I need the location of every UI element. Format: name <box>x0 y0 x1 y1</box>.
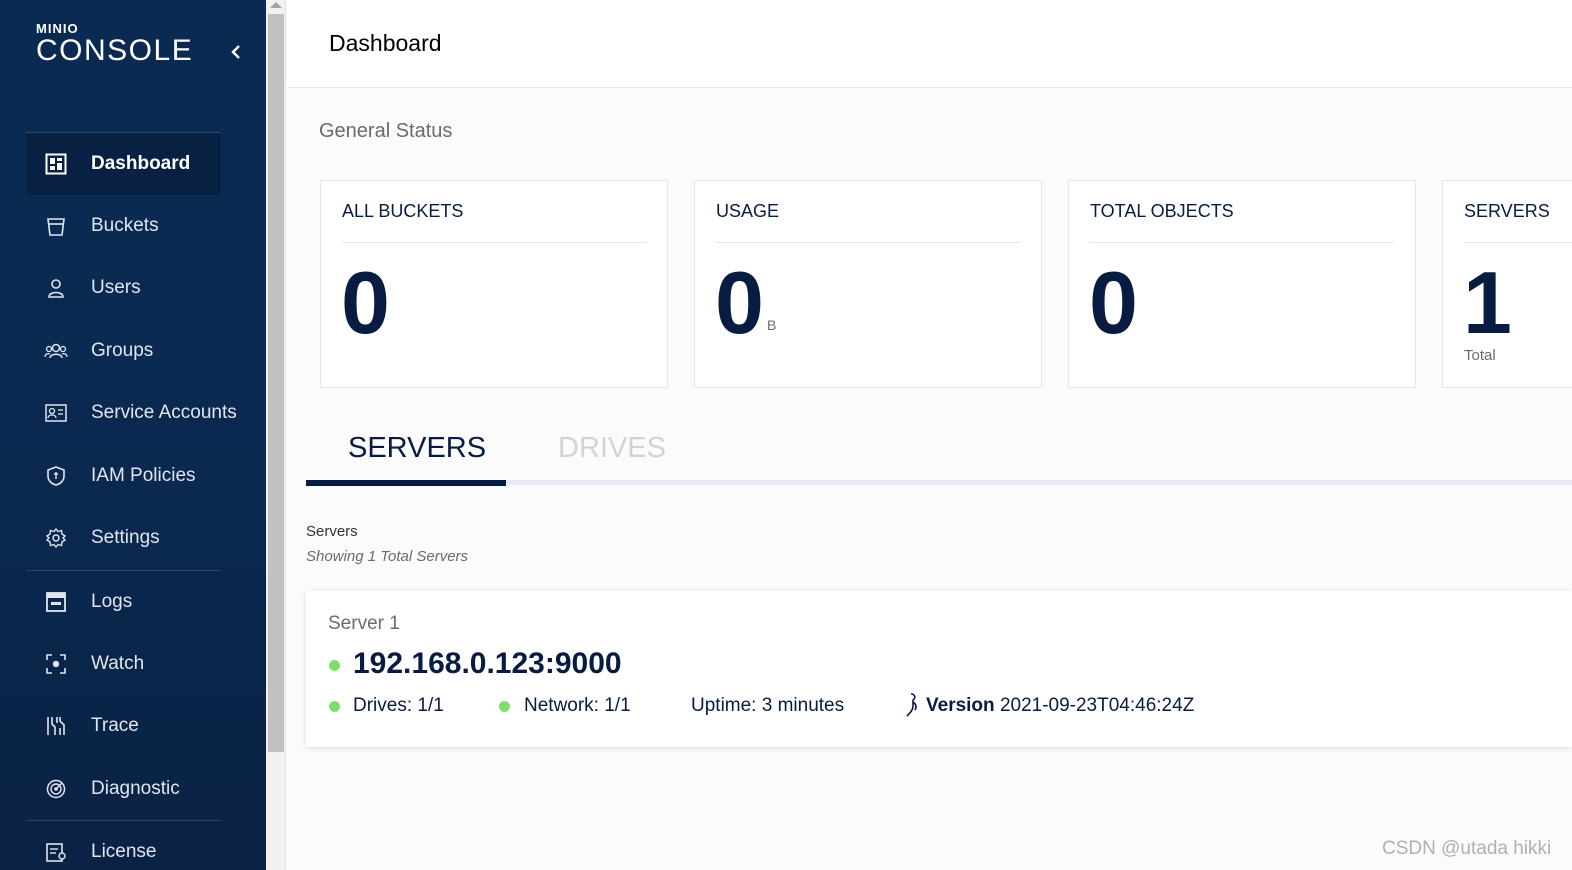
version-value: 2021-09-23T04:46:24Z <box>999 695 1195 716</box>
network-status-dot <box>499 701 510 712</box>
sidebar-item-logs[interactable]: Logs <box>26 571 221 633</box>
usage-card: USAGE 0 B <box>694 180 1042 388</box>
sidebar-item-label: Watch <box>91 653 145 674</box>
sidebar-item-label: Settings <box>91 527 160 548</box>
trace-icon <box>44 714 68 738</box>
sidebar-item-watch[interactable]: Watch <box>26 633 221 695</box>
watch-icon <box>44 652 68 676</box>
sidebar-item-label: Logs <box>91 591 133 612</box>
servers-card: SERVERS 1 Total <box>1442 180 1572 388</box>
scroll-up-arrow-icon[interactable] <box>270 2 282 8</box>
card-title: ALL BUCKETS <box>342 201 464 221</box>
card-unit: B <box>767 317 777 333</box>
card-divider <box>342 242 646 243</box>
version-label: Version <box>926 695 995 716</box>
diagnostic-icon <box>44 777 68 801</box>
card-divider <box>716 242 1020 243</box>
sidebar-item-license[interactable]: License <box>26 821 221 870</box>
card-value: 0 <box>715 253 764 352</box>
tab-active-indicator <box>306 480 506 486</box>
minio-console-logo[interactable]: MINIO CONSOLE <box>36 22 193 66</box>
sidebar-item-label: Users <box>91 277 141 298</box>
service-accounts-icon <box>44 401 68 425</box>
sidebar-item-service-accounts[interactable]: Service Accounts <box>26 382 237 444</box>
gear-icon <box>44 526 68 550</box>
card-title: SERVERS <box>1464 201 1550 221</box>
all-buckets-card: ALL BUCKETS 0 <box>320 180 668 388</box>
total-objects-card: TOTAL OBJECTS 0 <box>1068 180 1416 388</box>
general-status-title: General Status <box>319 120 453 142</box>
server-network: Network: 1/1 <box>524 695 631 716</box>
sidebar-scrollbar[interactable] <box>266 0 286 870</box>
card-value: 0 <box>341 253 390 352</box>
server-card: Server 1 192.168.0.123:9000 Drives: 1/1 … <box>306 591 1572 747</box>
server-drives: Drives: 1/1 <box>353 695 444 716</box>
groups-icon <box>44 339 68 363</box>
page-title: Dashboard <box>329 30 442 56</box>
card-divider <box>1090 242 1394 243</box>
card-divider <box>1464 242 1572 243</box>
scrollbar-thumb[interactable] <box>268 14 284 752</box>
servers-label: Servers <box>306 523 358 540</box>
card-title: USAGE <box>716 201 780 221</box>
bucket-icon <box>44 214 68 238</box>
collapse-sidebar-button[interactable] <box>226 40 246 64</box>
sidebar-item-label: Groups <box>91 340 154 361</box>
tab-drives[interactable]: DRIVES <box>558 432 666 465</box>
card-value: 0 <box>1089 253 1138 352</box>
logo-console-text: CONSOLE <box>36 34 194 67</box>
card-value: 1 <box>1463 253 1512 352</box>
shield-icon <box>44 464 68 488</box>
logs-icon <box>44 590 68 614</box>
drives-status-dot <box>329 701 340 712</box>
servers-summary: Showing 1 Total Servers <box>306 548 469 565</box>
card-title: TOTAL OBJECTS <box>1090 201 1234 221</box>
sidebar-item-iam-policies[interactable]: IAM Policies <box>26 445 221 507</box>
sidebar-item-label: Service Accounts <box>91 402 237 423</box>
watermark: CSDN @utada hikki <box>1382 838 1552 859</box>
user-icon <box>44 276 68 300</box>
server-version: Version 2021-09-23T04:46:24Z <box>926 695 1194 717</box>
sidebar-item-label: License <box>91 841 157 862</box>
sidebar-item-label: Trace <box>91 715 139 736</box>
sidebar-item-settings[interactable]: Settings <box>26 507 221 569</box>
sidebar-item-label: IAM Policies <box>91 465 196 486</box>
server-host: 192.168.0.123:9000 <box>353 647 622 680</box>
dashboard-icon <box>44 152 68 176</box>
sidebar: MINIO CONSOLE Dashboard Buckets Users Gr… <box>0 0 266 870</box>
server-status-dot <box>329 660 340 671</box>
sidebar-item-trace[interactable]: Trace <box>26 695 221 757</box>
tab-servers[interactable]: SERVERS <box>348 432 486 465</box>
card-subtitle: Total <box>1464 347 1496 364</box>
sidebar-item-dashboard[interactable]: Dashboard <box>26 133 221 195</box>
sidebar-item-label: Dashboard <box>91 153 191 174</box>
sidebar-item-diagnostic[interactable]: Diagnostic <box>26 758 221 820</box>
server-uptime: Uptime: 3 minutes <box>691 695 845 716</box>
sidebar-item-users[interactable]: Users <box>26 257 221 319</box>
license-icon <box>44 840 68 864</box>
sidebar-item-label: Diagnostic <box>91 778 180 799</box>
minio-bird-icon <box>904 692 920 723</box>
sidebar-item-buckets[interactable]: Buckets <box>26 195 221 257</box>
sidebar-item-groups[interactable]: Groups <box>26 320 221 382</box>
sidebar-item-label: Buckets <box>91 215 159 236</box>
server-name: Server 1 <box>328 613 400 634</box>
page-header: Dashboard <box>287 0 1572 88</box>
chevron-left-icon <box>231 45 240 59</box>
